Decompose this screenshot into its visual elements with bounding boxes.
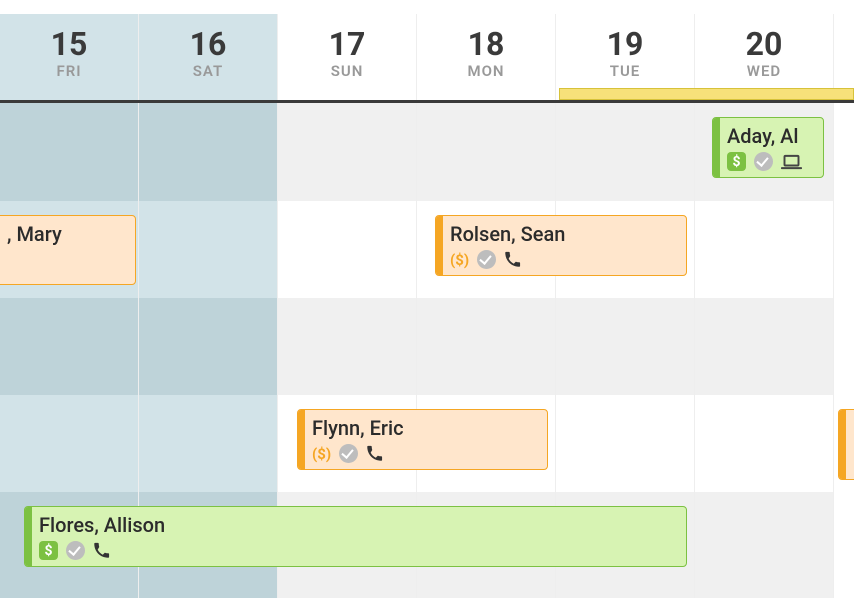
- calendar-cell[interactable]: [278, 201, 417, 298]
- calendar-cell[interactable]: [139, 201, 278, 298]
- calendar-cell[interactable]: [139, 103, 278, 201]
- event-name: Aday, Al: [727, 124, 815, 148]
- calendar-cell[interactable]: [0, 298, 139, 395]
- event-name: Flores, Allison: [39, 513, 678, 537]
- event-color-bar: [436, 216, 443, 275]
- check-icon: [477, 250, 496, 269]
- calendar-view: 15 FRI 16 SAT 17 SUN 18 MON 19 TUE 20 WE…: [0, 0, 854, 598]
- day-number: 15: [0, 28, 138, 60]
- day-number: 20: [695, 28, 833, 60]
- calendar-cell[interactable]: [0, 103, 139, 201]
- event-color-bar: [839, 410, 846, 479]
- event-icons: $: [39, 541, 678, 560]
- calendar-cell[interactable]: [139, 298, 278, 395]
- calendar-cell[interactable]: [556, 298, 695, 395]
- day-of-week: TUE: [556, 62, 694, 80]
- event-color-bar: [713, 118, 720, 177]
- day-of-week: MON: [417, 62, 555, 80]
- event-mary[interactable]: , Mary: [0, 215, 136, 285]
- laptop-icon: [781, 152, 802, 171]
- day-of-week: SAT: [139, 62, 277, 80]
- calendar-cell[interactable]: [556, 103, 695, 201]
- calendar-cell[interactable]: [0, 395, 139, 492]
- event-icons: ($): [312, 444, 539, 463]
- highlight-bar: [559, 88, 854, 100]
- check-icon: [66, 541, 85, 560]
- dollar-icon: $: [39, 541, 58, 560]
- day-header-16[interactable]: 16 SAT: [139, 14, 278, 100]
- day-of-week: FRI: [0, 62, 138, 80]
- event-color-bar: [25, 507, 32, 566]
- event-name: Flynn, Eric: [312, 416, 539, 440]
- calendar-cell[interactable]: [417, 298, 556, 395]
- calendar-body: Aday, Al $ , Mary Rolsen, Sean ($): [0, 103, 854, 598]
- event-icons: $: [727, 152, 815, 171]
- event-partial-right[interactable]: [838, 409, 854, 480]
- event-flynn[interactable]: Flynn, Eric ($): [297, 409, 548, 470]
- payment-pending-icon: ($): [312, 444, 331, 463]
- payment-pending-icon: ($): [450, 250, 469, 269]
- calendar-cell[interactable]: [695, 395, 834, 492]
- dollar-icon: $: [727, 152, 746, 171]
- calendar-cell[interactable]: [556, 395, 695, 492]
- phone-icon: [93, 541, 110, 560]
- event-color-bar: [298, 410, 305, 469]
- event-aday[interactable]: Aday, Al $: [712, 117, 824, 178]
- calendar-cell[interactable]: [278, 298, 417, 395]
- day-header-17[interactable]: 17 SUN: [278, 14, 417, 100]
- phone-icon: [366, 444, 383, 463]
- calendar-cell[interactable]: [139, 395, 278, 492]
- day-header-15[interactable]: 15 FRI: [0, 14, 139, 100]
- check-icon: [339, 444, 358, 463]
- event-name: Rolsen, Sean: [450, 222, 678, 246]
- calendar-cell[interactable]: [695, 201, 834, 298]
- day-number: 18: [417, 28, 555, 60]
- calendar-cell[interactable]: [278, 103, 417, 201]
- event-icons: ($): [450, 250, 678, 269]
- day-number: 17: [278, 28, 416, 60]
- calendar-cell[interactable]: [695, 298, 834, 395]
- check-icon: [754, 152, 773, 171]
- calendar-row: [0, 298, 854, 395]
- event-flores[interactable]: Flores, Allison $: [24, 506, 687, 567]
- calendar-cell[interactable]: [417, 103, 556, 201]
- day-of-week: WED: [695, 62, 833, 80]
- event-name: , Mary: [7, 222, 127, 246]
- day-header-18[interactable]: 18 MON: [417, 14, 556, 100]
- day-number: 19: [556, 28, 694, 60]
- day-number: 16: [139, 28, 277, 60]
- day-of-week: SUN: [278, 62, 416, 80]
- calendar-cell[interactable]: [695, 492, 834, 598]
- phone-icon: [504, 250, 521, 269]
- event-rolsen[interactable]: Rolsen, Sean ($): [435, 215, 687, 276]
